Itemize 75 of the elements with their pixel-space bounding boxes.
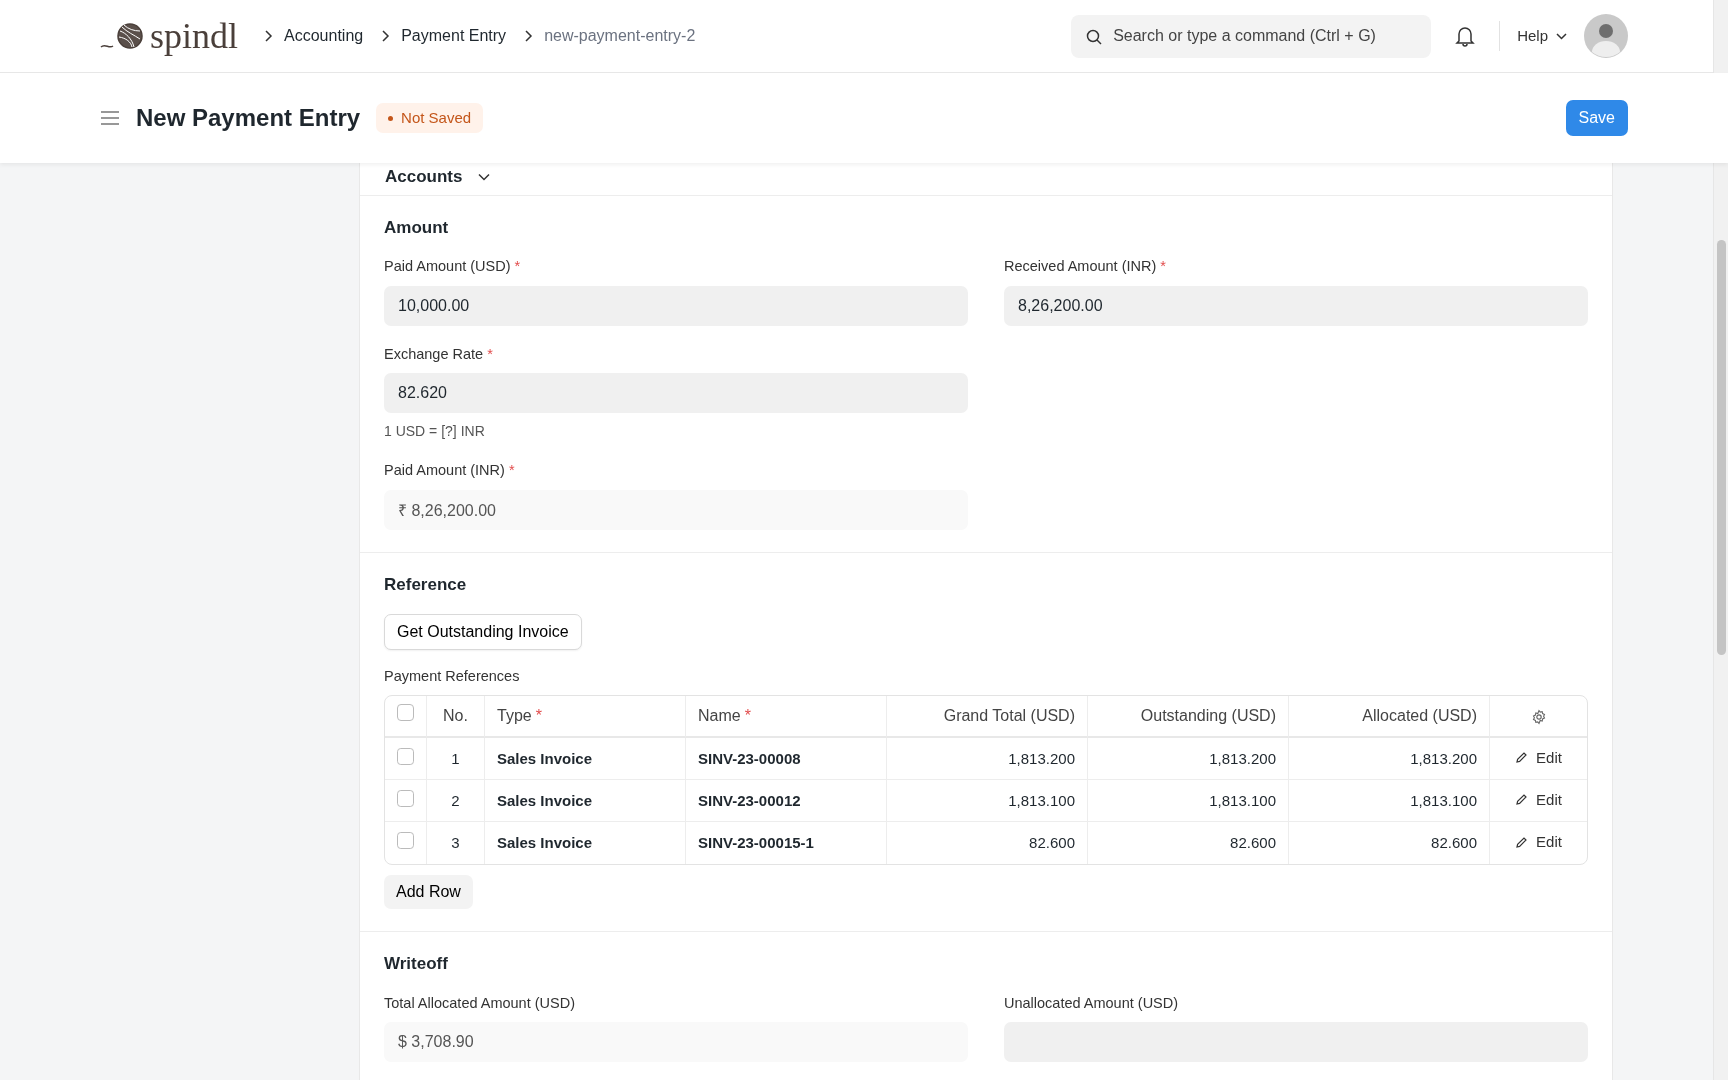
pencil-icon [1515,793,1529,807]
table-cell: 3 [427,822,485,865]
input-field[interactable]: $ 3,708.90 [384,1022,968,1063]
table-cell: 1,813.200 [887,738,1088,781]
field-label: Total Allocated Amount (USD) [384,993,575,1013]
column-header: Allocated (USD) [1289,696,1490,739]
table-cell: Sales Invoice [485,822,686,865]
caret-icon [1556,30,1567,42]
table-cell: Sales Invoice [485,780,686,823]
select-all-checkbox[interactable] [397,704,414,722]
row-checkbox[interactable] [397,832,414,850]
table-cell: Sales Invoice [485,738,686,781]
scrollbar-thumb[interactable] [1717,240,1726,655]
table-cell: 1,813.100 [1289,780,1490,823]
required-mark: * [514,256,521,276]
column-header: Grand Total (USD) [887,696,1088,739]
row-checkbox[interactable] [397,747,414,765]
add-row-button[interactable]: Add Row [384,875,473,910]
save-button[interactable]: Save [1565,100,1628,136]
field-label: Paid Amount (INR) [384,461,505,481]
column-header: Name * [686,696,887,739]
column-header: No. [427,696,485,739]
table-cell: SINV-23-00008 [686,738,887,781]
field-label: Unallocated Amount (USD) [1004,993,1179,1013]
table-cell: 1,813.200 [1289,738,1490,781]
required-mark: * [487,344,493,364]
avatar-icon[interactable] [1584,14,1628,58]
input-field[interactable]: 10,000.00 [384,285,968,326]
table-cell: 82.600 [1088,822,1289,865]
status-dot-icon [388,115,394,121]
table-cell: SINV-23-00012 [686,780,887,823]
field-label: Exchange Rate [384,344,484,364]
table-cell: 1,813.200 [1088,738,1289,781]
section-title: Writeoff [384,954,449,975]
field-description: 1 USD = [?] INR [384,422,486,442]
pencil-icon [1515,835,1529,849]
section-toggle[interactable]: Accounts [384,163,492,191]
breadcrumb-link[interactable]: Accounting [284,24,364,48]
bell-icon[interactable] [1455,25,1476,47]
get-invoice-button[interactable]: Get Outstanding Invoice [384,613,582,650]
required-mark: * [508,461,515,481]
section-title: Reference [384,575,468,596]
table-cell: 82.600 [1289,822,1490,865]
gear-icon[interactable] [1530,709,1547,726]
input-field[interactable]: ₹ 8,26,200.00 [384,490,968,531]
page-title: New Payment Entry [136,103,361,133]
table-cell: 2 [427,780,485,823]
section-title: Amount [384,217,450,238]
table-cell: 1,813.100 [887,780,1088,823]
field-label: Paid Amount (USD) [384,256,511,276]
required-mark: * [1160,256,1166,276]
table-cell: SINV-23-00015-1 [686,822,887,865]
table-cell: 82.600 [887,822,1088,865]
breadcrumb-link[interactable]: Payment Entry [401,24,507,48]
status-indicator: Not Saved [376,102,484,134]
help-menu[interactable]: Help [1508,17,1576,55]
input-field[interactable]: 8,26,200.00 [1004,285,1588,326]
field-label: Received Amount (INR) [1004,256,1157,276]
column-header: Type * [485,696,686,739]
table-cell: 1,813.100 [1088,780,1289,823]
pencil-icon [1515,751,1529,765]
search-field[interactable]: Search or type a command (Ctrl + G) [1071,14,1432,58]
edit-button[interactable]: Edit [1515,746,1562,770]
menu-icon[interactable] [100,110,120,126]
table-cell: 1 [427,738,485,781]
table-label: Payment References [384,666,521,686]
input-field[interactable]: 82.620 [384,373,968,414]
breadcrumb-link[interactable]: new-payment-entry-2 [544,24,696,48]
yarn-ball-icon [100,21,146,51]
edit-button[interactable]: Edit [1515,788,1562,812]
brand-name[interactable]: spindl [150,18,238,54]
edit-button[interactable]: Edit [1515,831,1562,854]
row-checkbox[interactable] [397,789,414,807]
search-icon [1086,28,1103,45]
column-header: Outstanding (USD) [1088,696,1289,739]
